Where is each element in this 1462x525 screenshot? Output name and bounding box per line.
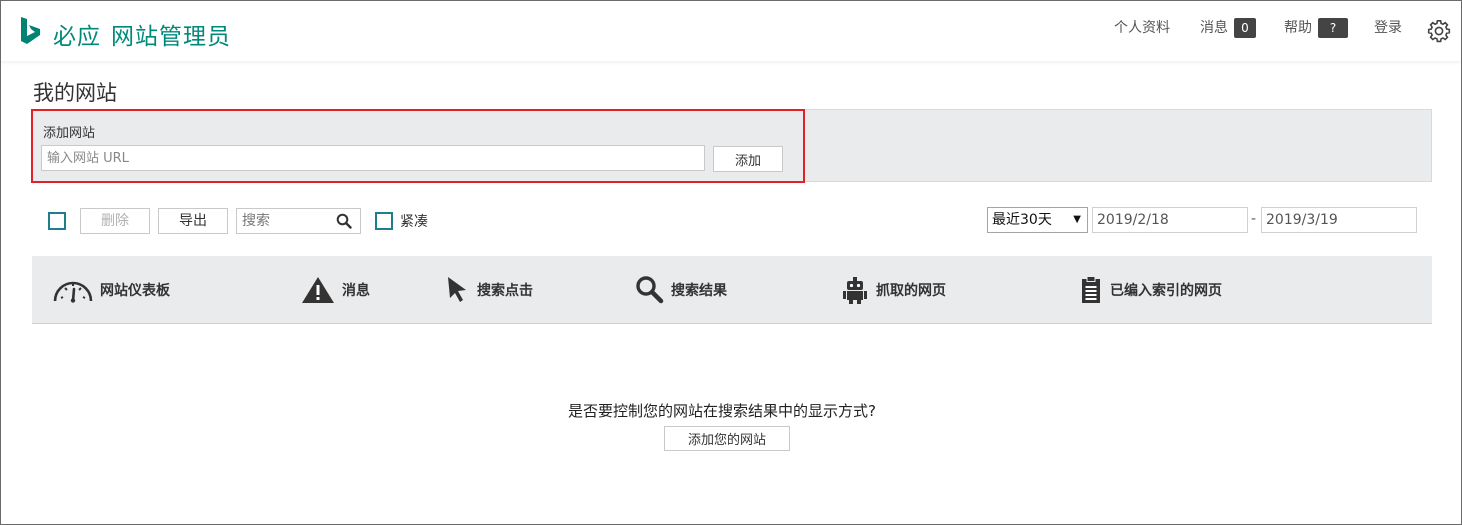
help-link[interactable]: 帮助? [1284,17,1348,38]
search-input[interactable] [237,209,335,233]
brand-sub: 网站管理员 [111,24,231,50]
tab-search-results[interactable]: 搜索结果 [635,256,727,324]
bing-logo-icon[interactable] [19,16,43,46]
add-your-site-button[interactable]: 添加您的网站 [664,426,790,451]
cursor-pointer-icon [448,277,466,302]
tab-messages[interactable]: 消息 [300,256,370,324]
warning-icon [302,277,334,303]
tab-label: 抓取的网页 [876,283,946,299]
add-site-label: 添加网站 [43,126,96,141]
page-title: 我的网站 [33,81,117,105]
search-box [236,208,361,234]
messages-count-badge: 0 [1234,18,1256,38]
magnifier-icon [636,276,664,304]
site-url-input[interactable] [41,145,705,171]
profile-link[interactable]: 个人资料 [1114,17,1170,37]
top-header: 必应 网站管理员 个人资料 消息 0 帮助? 登录 [1,1,1461,61]
date-range-value: 最近30天 [992,212,1052,228]
messages-link[interactable]: 消息 0 [1200,17,1256,38]
dashboard-gauge-icon [53,281,93,303]
empty-state-message: 是否要控制您的网站在搜索结果中的显示方式? [568,402,876,420]
date-range-select[interactable]: 最近30天 ▼ [987,207,1088,233]
brand-title[interactable]: 必应 网站管理员 [53,17,231,51]
start-date-input[interactable]: 2019/2/18 [1092,207,1248,233]
tab-crawled-pages[interactable]: 抓取的网页 [840,256,946,324]
robot-icon [843,277,867,304]
compact-label: 紧凑 [400,214,428,230]
messages-label: 消息 [1200,20,1228,36]
tab-search-clicks[interactable]: 搜索点击 [445,256,533,324]
feature-tabs-strip: 网站仪表板 消息 搜索点击 搜索结果 抓取的网页 已编入索引的网页 [32,256,1432,324]
tab-indexed-pages[interactable]: 已编入索引的网页 [1078,256,1222,324]
tab-label: 网站仪表板 [100,283,170,299]
clipboard-icon [1082,276,1100,303]
dropdown-arrow-icon: ▼ [1073,214,1081,225]
brand-main: 必应 [53,24,101,50]
select-all-checkbox[interactable] [48,212,66,230]
help-label: 帮助 [1284,20,1312,36]
page-frame: 必应网站管理员 个人资料 消息0 帮助? 登录 我的网站 添加网站 添加 删除 … [0,0,1462,525]
tab-label: 已编入索引的网页 [1110,283,1222,299]
search-icon[interactable] [336,213,352,229]
help-question-badge: ? [1318,18,1348,38]
settings-gear-icon[interactable] [1427,19,1451,43]
tab-label: 搜索结果 [671,283,727,299]
tab-site-dashboard[interactable]: 网站仪表板 [52,256,170,324]
tab-label: 搜索点击 [477,283,533,299]
tab-label: 消息 [342,283,370,299]
end-date-input[interactable]: 2019/3/19 [1261,207,1417,233]
add-site-button[interactable]: 添加 [713,146,783,172]
date-separator: - [1251,211,1257,227]
export-button[interactable]: 导出 [158,208,228,234]
compact-checkbox[interactable] [375,212,393,230]
delete-button[interactable]: 删除 [80,208,150,234]
login-link[interactable]: 登录 [1374,17,1402,37]
